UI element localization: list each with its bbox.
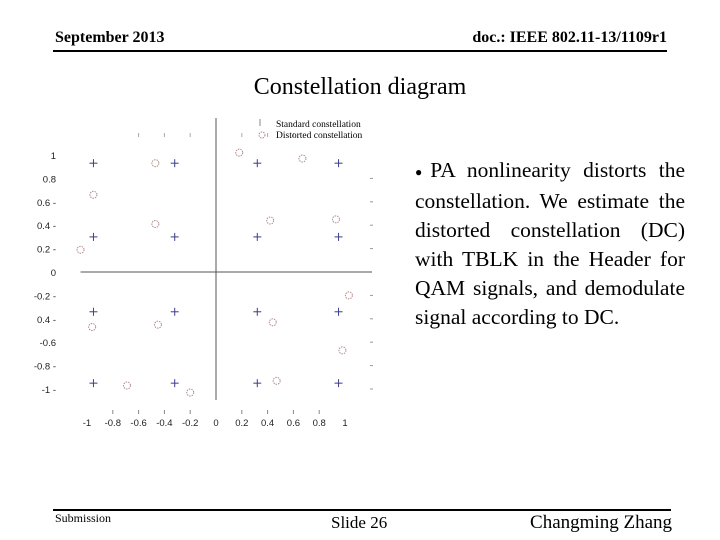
standard-point <box>253 379 262 388</box>
standard-point <box>334 232 343 241</box>
distorted-point <box>153 320 162 329</box>
y-tick-label: 0.4 - <box>37 221 56 232</box>
x-tick-label: 1 <box>342 418 347 429</box>
footer-divider <box>53 509 671 511</box>
x-tick-label: -0.4 <box>156 418 172 429</box>
standard-point <box>334 159 343 168</box>
legend-distorted-label: Distorted constellation <box>276 131 363 141</box>
x-tick-label: -0.8 <box>105 418 121 429</box>
bullet-icon: ● <box>415 164 430 179</box>
standard-point <box>89 232 98 241</box>
distorted-point <box>89 190 98 199</box>
x-tick-label: -0.2 <box>182 418 198 429</box>
distorted-point <box>186 388 195 397</box>
header-date: September 2013 <box>55 29 165 46</box>
distorted-point <box>88 322 97 331</box>
standard-point <box>253 159 262 168</box>
chart-marks <box>76 148 353 397</box>
distorted-point <box>151 220 160 229</box>
slide-title: Constellation diagram <box>253 74 467 100</box>
y-tick-label: 0 <box>51 268 56 279</box>
distorted-point <box>298 154 307 163</box>
y-tick-label: -1 - <box>42 385 56 396</box>
standard-point <box>334 379 343 388</box>
y-tick-label: -0.2 - <box>34 291 56 302</box>
distorted-point <box>235 148 244 157</box>
legend-standard-label: Standard constellation <box>276 120 361 130</box>
chart-legend: Standard constellationDistorted constell… <box>258 119 363 141</box>
distorted-point <box>151 159 160 168</box>
x-tick-label: 0.6 <box>287 418 300 429</box>
distorted-point <box>76 245 85 254</box>
footer-author: Changming Zhang <box>530 512 672 533</box>
standard-point <box>170 379 179 388</box>
standard-point <box>89 379 98 388</box>
distorted-point <box>331 215 340 224</box>
standard-point <box>89 307 98 316</box>
standard-point <box>253 232 262 241</box>
y-tick-label: -0.8 - <box>34 362 56 373</box>
x-tick-label: 0 <box>213 418 218 429</box>
x-tick-label: 0.4 <box>261 418 274 429</box>
distorted-point <box>272 376 281 385</box>
footer-submission: Submission <box>55 511 112 525</box>
distorted-point <box>122 381 131 390</box>
standard-point <box>170 232 179 241</box>
y-tick-label: 0.4 - <box>37 315 56 326</box>
header-divider <box>53 50 667 52</box>
footer-slide-number: Slide 26 <box>331 513 388 532</box>
standard-point <box>253 307 262 316</box>
distorted-point <box>344 291 353 300</box>
y-tick-label: 0.6 - <box>37 198 56 209</box>
body-text: PA nonlinearity distorts the constellati… <box>415 158 686 329</box>
x-tick-label: 0.2 <box>235 418 248 429</box>
y-tick-label: 0.2 - <box>37 245 56 256</box>
header-doc-id: doc.: IEEE 802.11-13/1109r1 <box>472 29 667 46</box>
standard-point <box>170 159 179 168</box>
standard-point <box>334 307 343 316</box>
distorted-point <box>266 216 275 225</box>
legend-distorted-marker <box>258 131 266 139</box>
distorted-point <box>338 346 347 355</box>
standard-point <box>89 159 98 168</box>
standard-point <box>170 307 179 316</box>
y-tick-label: 1 <box>51 151 56 162</box>
x-axis-ticks: -1 -0.8 -0.6 -0.4 -0.2 0 0.2 0.4 0.6 0.8 1 <box>83 133 348 429</box>
distorted-point <box>268 318 277 327</box>
chart-axes <box>80 118 372 400</box>
x-tick-label: -0.6 <box>130 418 146 429</box>
x-tick-label: 0.8 <box>313 418 326 429</box>
y-axis-ticks: 1 0.8 0.6 - 0.4 - 0.2 - 0 -0.2 - 0.4 - -0.6 -0.8 … <box>34 151 373 396</box>
body-paragraph: ●PA nonlinearity distorts the constellat… <box>415 156 685 332</box>
x-tick-label: -1 <box>83 418 91 429</box>
y-tick-label: -0.6 <box>40 338 56 349</box>
constellation-chart: 1 0.8 0.6 - 0.4 - 0.2 - 0 -0.2 - 0.4 - -0.6 -0.8 … <box>34 118 373 429</box>
y-tick-label: 0.8 <box>43 174 56 185</box>
